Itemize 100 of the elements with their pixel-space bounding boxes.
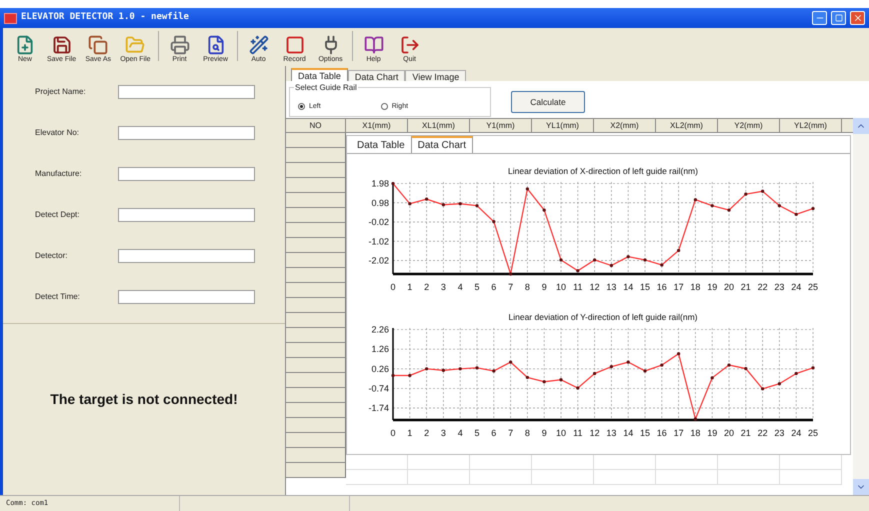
window-title: ELEVATOR DETECTOR 1.0 - newfile bbox=[21, 11, 189, 24]
app-icon bbox=[4, 12, 17, 24]
x-tick-label: 17 bbox=[674, 282, 684, 292]
row-header[interactable] bbox=[286, 343, 346, 358]
table-cell bbox=[780, 470, 842, 485]
data-point bbox=[559, 378, 563, 382]
row-header[interactable] bbox=[286, 148, 346, 163]
chart-title: Linear deviation of Y-direction of left guide rail(nm) bbox=[508, 312, 698, 322]
close-button[interactable] bbox=[850, 11, 865, 25]
column-header[interactable]: XL1(mm) bbox=[408, 119, 470, 132]
table-cell bbox=[718, 455, 780, 470]
data-point bbox=[761, 190, 764, 193]
x-tick-label: 7 bbox=[508, 428, 514, 438]
x-tick-label: 14 bbox=[623, 428, 634, 438]
x-tick-label: 23 bbox=[774, 282, 784, 292]
x-tick-label: 7 bbox=[508, 282, 514, 292]
row-header[interactable] bbox=[286, 208, 346, 223]
x-tick-label: 5 bbox=[474, 428, 480, 438]
data-point bbox=[526, 187, 529, 191]
data-point bbox=[710, 376, 714, 380]
row-header[interactable] bbox=[286, 448, 346, 463]
row-header[interactable] bbox=[286, 433, 346, 448]
row-header[interactable] bbox=[286, 193, 346, 208]
minimize-button[interactable] bbox=[812, 11, 827, 25]
table-cell bbox=[470, 470, 532, 485]
data-point bbox=[391, 374, 395, 378]
table-cell bbox=[408, 470, 470, 485]
table-cell bbox=[656, 470, 718, 485]
data-point bbox=[542, 380, 546, 384]
row-header[interactable] bbox=[286, 268, 346, 283]
row-header[interactable] bbox=[286, 298, 346, 313]
column-header[interactable]: YL1(mm) bbox=[532, 119, 594, 132]
table-cell bbox=[594, 455, 656, 470]
data-point bbox=[643, 258, 647, 262]
x-tick-label: 0 bbox=[390, 428, 396, 438]
data-point bbox=[593, 372, 596, 376]
table-cell bbox=[780, 455, 842, 470]
column-header[interactable]: NO bbox=[286, 119, 346, 132]
row-header[interactable] bbox=[286, 133, 346, 148]
row-header[interactable] bbox=[286, 163, 346, 178]
tab[interactable]: Data Table bbox=[291, 68, 348, 81]
copy-icon bbox=[88, 35, 108, 55]
tab[interactable]: Data Chart bbox=[410, 136, 473, 153]
scrollbar[interactable] bbox=[853, 118, 869, 495]
row-header[interactable] bbox=[286, 388, 346, 403]
table-cell bbox=[408, 455, 470, 470]
row-header[interactable] bbox=[286, 328, 346, 343]
row-header[interactable] bbox=[286, 253, 346, 268]
x-tick-label: 4 bbox=[458, 282, 463, 292]
data-point bbox=[576, 386, 580, 390]
data-point bbox=[425, 367, 428, 370]
row-header[interactable] bbox=[286, 358, 346, 373]
input-field[interactable] bbox=[118, 126, 255, 140]
x-tick-label: 1 bbox=[407, 428, 412, 438]
column-header[interactable]: Y1(mm) bbox=[470, 119, 532, 132]
x-tick-label: 24 bbox=[791, 428, 802, 438]
data-point bbox=[761, 387, 764, 390]
tab[interactable]: Data Chart bbox=[348, 70, 406, 81]
y-tick-label: 1.26 bbox=[371, 344, 389, 354]
tab[interactable]: View Image bbox=[405, 70, 466, 81]
data-point bbox=[442, 203, 445, 206]
column-header[interactable]: X2(mm) bbox=[594, 119, 656, 132]
input-field[interactable] bbox=[118, 249, 255, 263]
row-header[interactable] bbox=[286, 313, 346, 328]
x-tick-label: 12 bbox=[590, 282, 600, 292]
maximize-button[interactable] bbox=[831, 11, 846, 25]
row-header[interactable] bbox=[286, 373, 346, 388]
column-header[interactable]: YL2(mm) bbox=[780, 119, 842, 132]
x-tick-label: 1 bbox=[407, 282, 412, 292]
table-cell bbox=[594, 470, 656, 485]
column-header[interactable]: XL2(mm) bbox=[656, 119, 718, 132]
x-tick-label: 10 bbox=[556, 428, 566, 438]
row-header[interactable] bbox=[286, 238, 346, 253]
connection-message: The target is not connected! bbox=[50, 390, 238, 409]
row-header[interactable] bbox=[286, 463, 346, 478]
input-field[interactable] bbox=[118, 167, 255, 181]
input-field[interactable] bbox=[118, 208, 255, 222]
data-point bbox=[626, 360, 630, 364]
row-header[interactable] bbox=[286, 178, 346, 193]
data-point bbox=[559, 258, 563, 262]
row-header[interactable] bbox=[286, 223, 346, 238]
x-tick-label: 16 bbox=[656, 428, 667, 438]
column-header[interactable]: Y2(mm) bbox=[718, 119, 780, 132]
data-point bbox=[610, 264, 613, 268]
data-point bbox=[458, 202, 462, 206]
table-cell bbox=[718, 470, 780, 485]
data-point bbox=[475, 204, 479, 208]
x-tick-label: 0 bbox=[390, 282, 396, 292]
column-header[interactable]: X1(mm) bbox=[346, 119, 408, 132]
chart-title: Linear deviation of X-direction of left guide rail(nm) bbox=[508, 166, 698, 176]
calculate-button[interactable]: Calculate bbox=[511, 91, 585, 113]
x-tick-label: 2 bbox=[424, 428, 430, 438]
row-header[interactable] bbox=[286, 283, 346, 298]
row-header[interactable] bbox=[286, 418, 346, 433]
data-point bbox=[794, 212, 798, 216]
data-point bbox=[811, 366, 815, 370]
input-field[interactable] bbox=[118, 85, 255, 99]
input-field[interactable] bbox=[118, 290, 255, 304]
x-tick-label: 23 bbox=[774, 428, 784, 438]
row-header[interactable] bbox=[286, 403, 346, 418]
